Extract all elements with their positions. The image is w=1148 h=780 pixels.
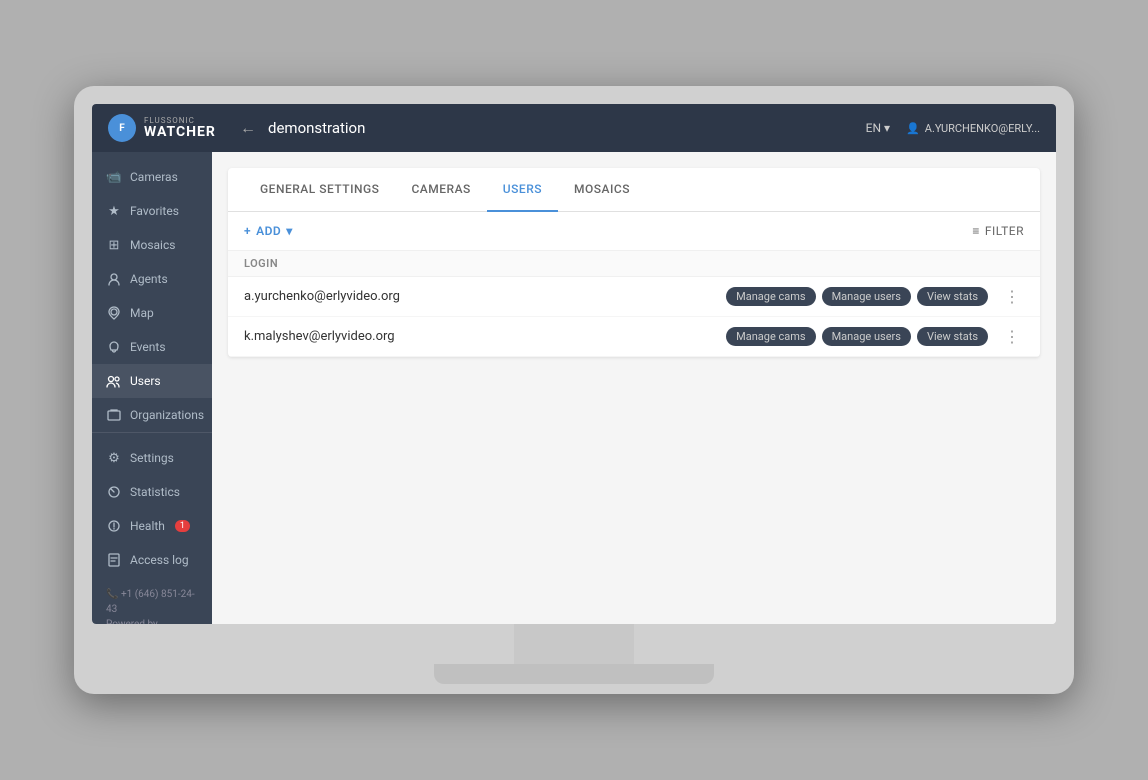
- user-icon: 👤: [906, 122, 920, 135]
- user-menu[interactable]: 👤 A.YURCHENKO@ERLY...: [906, 122, 1040, 135]
- statistics-icon: [106, 484, 122, 500]
- sidebar-label-cameras: Cameras: [130, 170, 178, 184]
- sidebar-item-settings[interactable]: ⚙ Settings: [92, 441, 212, 475]
- sidebar-label-events: Events: [130, 340, 166, 354]
- sidebar: 📹 Cameras ★ Favorites ⊞ Mosaics: [92, 152, 212, 624]
- sidebar-label-favorites: Favorites: [130, 204, 179, 218]
- sidebar-item-organizations[interactable]: Organizations: [92, 398, 212, 432]
- powered-by: Powered by Erlyvideo: [106, 617, 198, 624]
- page-content: GENERAL SETTINGS CAMERAS USERS MOSAICS: [212, 152, 1056, 624]
- sidebar-label-agents: Agents: [130, 272, 168, 286]
- row-actions-1[interactable]: ⋮: [1000, 287, 1024, 306]
- perm-badge-manage-cams-1: Manage cams: [726, 287, 815, 306]
- tab-general-settings[interactable]: GENERAL SETTINGS: [244, 168, 395, 212]
- table-row: a.yurchenko@erlyvideo.org Manage cams Ma…: [228, 277, 1040, 317]
- main-card: GENERAL SETTINGS CAMERAS USERS MOSAICS: [228, 168, 1040, 357]
- sidebar-label-settings: Settings: [130, 451, 174, 465]
- map-icon: [106, 305, 122, 321]
- tab-mosaics[interactable]: MOSAICS: [558, 168, 646, 212]
- topbar: F flussonic WATCHER ← demonstration EN ▾…: [92, 104, 1056, 152]
- user-badges-2: Manage cams Manage users View stats: [726, 327, 988, 346]
- user-name: A.YURCHENKO@ERLY...: [925, 122, 1040, 135]
- sidebar-item-agents[interactable]: Agents: [92, 262, 212, 296]
- table-row: k.malyshev@erlyvideo.org Manage cams Man…: [228, 317, 1040, 357]
- perm-badge-manage-users-1: Manage users: [822, 287, 911, 306]
- tabs-bar: GENERAL SETTINGS CAMERAS USERS MOSAICS: [228, 168, 1040, 212]
- sidebar-label-users: Users: [130, 374, 161, 388]
- sidebar-bottom: ⚙ Settings Statistics: [92, 432, 212, 577]
- perm-badge-view-stats-1: View stats: [917, 287, 988, 306]
- filter-button[interactable]: ≡ FILTER: [972, 224, 1024, 238]
- favorites-icon: ★: [106, 203, 122, 219]
- back-button[interactable]: ←: [240, 118, 256, 138]
- add-button[interactable]: + ADD ▾: [244, 224, 293, 238]
- mosaics-icon: ⊞: [106, 237, 122, 253]
- perm-badge-view-stats-2: View stats: [917, 327, 988, 346]
- organizations-icon: [106, 407, 122, 423]
- language-selector[interactable]: EN ▾: [866, 121, 890, 135]
- logo-watcher: WATCHER: [144, 125, 216, 139]
- sidebar-item-statistics[interactable]: Statistics: [92, 475, 212, 509]
- filter-label: FILTER: [985, 224, 1024, 238]
- phone-number: 📞 +1 (646) 851-24-43: [106, 587, 198, 617]
- table-toolbar: + ADD ▾ ≡ FILTER: [228, 212, 1040, 251]
- page-title: demonstration: [268, 119, 866, 137]
- events-icon: [106, 339, 122, 355]
- phone-icon: 📞: [106, 589, 118, 600]
- sidebar-item-health[interactable]: Health 1: [92, 509, 212, 543]
- sidebar-item-access-log[interactable]: Access log: [92, 543, 212, 577]
- sidebar-label-health: Health: [130, 519, 165, 533]
- user-badges-1: Manage cams Manage users View stats: [726, 287, 988, 306]
- main-content: 📹 Cameras ★ Favorites ⊞ Mosaics: [92, 152, 1056, 624]
- sidebar-label-organizations: Organizations: [130, 408, 204, 422]
- logo-area: F flussonic WATCHER: [108, 114, 228, 142]
- user-login-1: a.yurchenko@erlyvideo.org: [244, 289, 726, 304]
- perm-badge-manage-cams-2: Manage cams: [726, 327, 815, 346]
- sidebar-footer: 📞 +1 (646) 851-24-43 Powered by Erlyvide…: [92, 577, 212, 624]
- col-login-header: LOGIN: [244, 257, 278, 270]
- add-chevron-icon: ▾: [286, 224, 293, 238]
- sidebar-item-map[interactable]: Map: [92, 296, 212, 330]
- agents-icon: [106, 271, 122, 287]
- tab-cameras[interactable]: CAMERAS: [395, 168, 486, 212]
- sidebar-label-access-log: Access log: [130, 553, 189, 567]
- sidebar-label-mosaics: Mosaics: [130, 238, 175, 252]
- health-badge: 1: [175, 520, 190, 532]
- users-icon: [106, 373, 122, 389]
- topbar-right: EN ▾ 👤 A.YURCHENKO@ERLY...: [866, 121, 1040, 135]
- logo-text: flussonic WATCHER: [144, 117, 216, 139]
- tab-users[interactable]: USERS: [487, 168, 558, 212]
- sidebar-item-mosaics[interactable]: ⊞ Mosaics: [92, 228, 212, 262]
- settings-icon: ⚙: [106, 450, 122, 466]
- add-plus-icon: +: [244, 224, 251, 238]
- sidebar-item-events[interactable]: Events: [92, 330, 212, 364]
- access-log-icon: [106, 552, 122, 568]
- camera-icon: 📹: [106, 169, 122, 185]
- add-label: ADD: [256, 224, 281, 238]
- users-table: LOGIN a.yurchenko@erlyvideo.org Manage c…: [228, 251, 1040, 357]
- sidebar-item-users[interactable]: Users: [92, 364, 212, 398]
- sidebar-label-statistics: Statistics: [130, 485, 180, 499]
- perm-badge-manage-users-2: Manage users: [822, 327, 911, 346]
- sidebar-item-cameras[interactable]: 📹 Cameras: [92, 160, 212, 194]
- filter-icon: ≡: [972, 224, 980, 238]
- table-header: LOGIN: [228, 251, 1040, 277]
- health-icon: [106, 518, 122, 534]
- row-actions-2[interactable]: ⋮: [1000, 327, 1024, 346]
- user-login-2: k.malyshev@erlyvideo.org: [244, 329, 726, 344]
- sidebar-label-map: Map: [130, 306, 154, 320]
- sidebar-item-favorites[interactable]: ★ Favorites: [92, 194, 212, 228]
- logo-icon: F: [108, 114, 136, 142]
